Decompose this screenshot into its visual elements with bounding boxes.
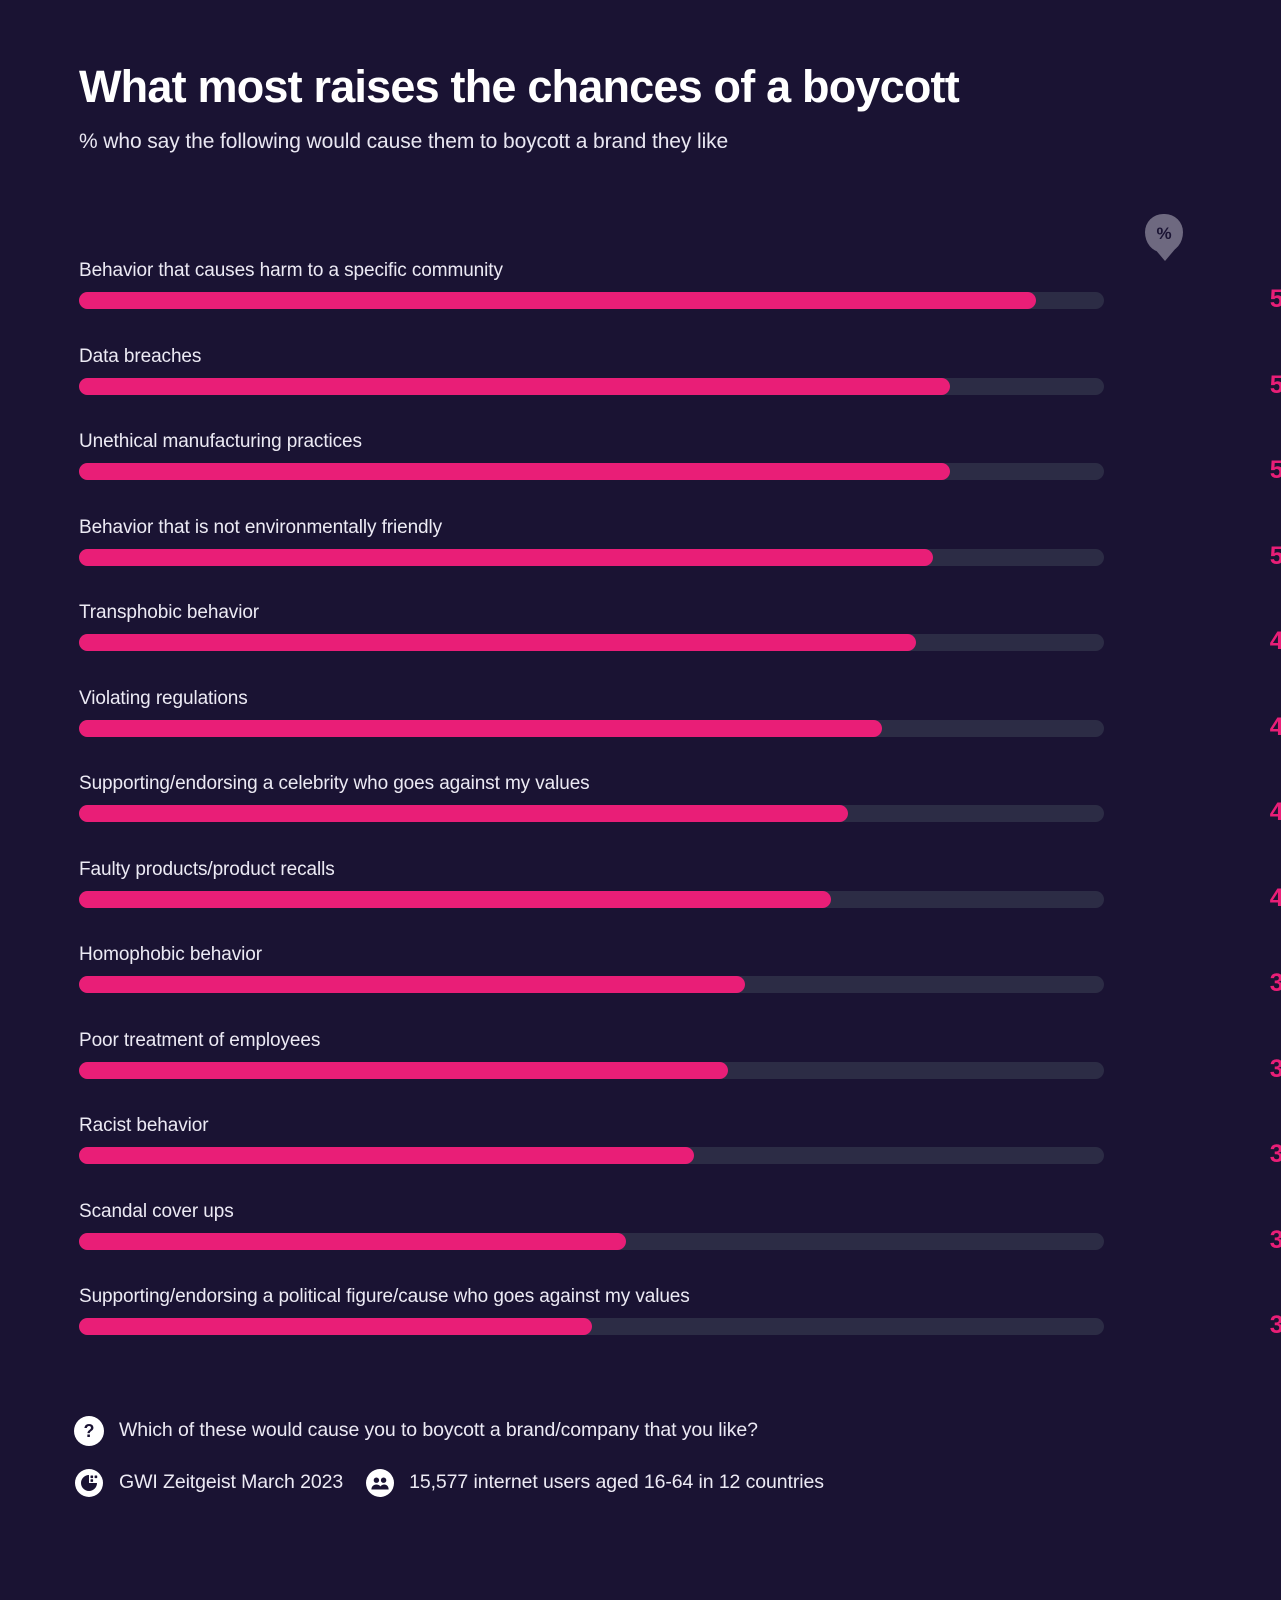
bar-value: 49 <box>1269 627 1281 655</box>
bar-track <box>79 1232 1104 1250</box>
bar-row-label: Transphobic behavior <box>79 602 260 623</box>
percent-icon: % <box>1145 214 1183 252</box>
bar-value: 38 <box>1269 1054 1281 1083</box>
bar-fill <box>79 634 917 651</box>
bar-fill <box>79 1232 626 1250</box>
bar-fill <box>79 976 746 993</box>
bar-track <box>79 719 1104 737</box>
bar-value: 51 <box>1269 370 1281 399</box>
bar-fill <box>79 548 934 566</box>
header: What most raises the chances of a boycot… <box>79 61 1189 154</box>
bar-row-label: Behavior that is not environmentally fri… <box>79 516 443 538</box>
bar-row: Supporting/endorsing a celebrity who goe… <box>79 769 1281 855</box>
footer: ? Which of these would cause you to boyc… <box>74 1410 1194 1504</box>
bar-track <box>79 548 1104 566</box>
bar-row: Violating regulations 47 <box>79 684 1281 770</box>
bar-row: Racist behavior 36 <box>79 1111 1281 1197</box>
footer-question-row: ? Which of these would cause you to boyc… <box>74 1410 1194 1452</box>
bar-track <box>79 805 1104 822</box>
bar-value: 44 <box>1269 883 1281 912</box>
bar-row-label: Violating regulations <box>79 687 248 709</box>
bar-row: Scandal cover ups 32 <box>79 1197 1281 1283</box>
footer-question-text: Which of these would cause you to boycot… <box>119 1419 758 1442</box>
bar-value: 50 <box>1269 541 1281 570</box>
bar-value: 36 <box>1269 1140 1281 1168</box>
bar-fill <box>79 377 951 395</box>
bar-row: Homophobic behavior 39 <box>79 940 1281 1026</box>
page-subtitle: % who say the following would cause them… <box>79 130 729 154</box>
bar-row-label: Poor treatment of employees <box>79 1029 321 1051</box>
bar-value: 30 <box>1269 1311 1281 1339</box>
bar-row-label: Racist behavior <box>79 1115 209 1136</box>
bar-value: 32 <box>1269 1225 1281 1254</box>
bar-row-label: Scandal cover ups <box>79 1200 234 1222</box>
bar-row-label: Homophobic behavior <box>79 944 262 965</box>
bar-row-label: Behavior that causes harm to a specific … <box>79 260 503 281</box>
bar-row: Transphobic behavior 49 <box>79 598 1281 684</box>
bar-value: 39 <box>1269 969 1281 997</box>
people-icon <box>366 1469 395 1497</box>
page-title: What most raises the chances of a boycot… <box>79 61 960 112</box>
bar-row: Behavior that is not environmentally fri… <box>79 513 1281 599</box>
bar-row: Data breaches 51 <box>79 342 1281 428</box>
bar-row-label: Supporting/endorsing a political figure/… <box>79 1286 690 1307</box>
gwi-logo-icon <box>75 1469 103 1497</box>
bar-row-label: Supporting/endorsing a celebrity who goe… <box>79 773 590 794</box>
bar-row: Poor treatment of employees 38 <box>79 1026 1281 1112</box>
bar-fill <box>79 1147 694 1164</box>
bar-fill <box>79 890 831 908</box>
bar-track <box>79 976 1104 993</box>
bar-track <box>79 463 1104 480</box>
bar-row: Behavior that causes harm to a specific … <box>79 256 1281 342</box>
bar-fill <box>79 1061 729 1079</box>
percent-glyph: % <box>1156 223 1172 243</box>
question-mark-icon: ? <box>74 1416 104 1446</box>
footer-source-row: GWI Zeitgeist March 2023 15,577 internet… <box>74 1462 1194 1504</box>
bar-value: 56 <box>1269 285 1281 313</box>
bar-fill <box>79 463 951 480</box>
bar-value: 47 <box>1269 712 1281 741</box>
question-mark-glyph: ? <box>83 1421 95 1441</box>
bar-track <box>79 377 1104 395</box>
footer-sample-text: 15,577 internet users aged 16-64 in 12 c… <box>409 1471 824 1494</box>
bar-chart: Behavior that causes harm to a specific … <box>79 256 1281 1368</box>
bar-track <box>79 634 1104 651</box>
bar-value: 45 <box>1269 798 1281 826</box>
bar-track <box>79 1061 1104 1079</box>
bar-fill <box>79 805 848 822</box>
bar-track <box>79 1318 1104 1335</box>
bar-row-label: Faulty products/product recalls <box>79 858 335 880</box>
infographic-page: What most raises the chances of a boycot… <box>0 0 1281 1600</box>
bar-track <box>79 292 1104 309</box>
bar-fill <box>79 719 882 737</box>
bar-row-label: Data breaches <box>79 345 202 367</box>
bar-row: Unethical manufacturing practices 51 <box>79 427 1281 513</box>
bar-track <box>79 890 1104 908</box>
bar-fill <box>79 292 1036 309</box>
bar-value: 51 <box>1269 456 1281 484</box>
bar-row: Faulty products/product recalls 44 <box>79 855 1281 941</box>
bar-row: Supporting/endorsing a political figure/… <box>79 1282 1281 1368</box>
footer-source-text: GWI Zeitgeist March 2023 <box>119 1471 344 1494</box>
bar-track <box>79 1147 1104 1164</box>
bar-row-label: Unethical manufacturing practices <box>79 431 362 452</box>
bar-fill <box>79 1318 592 1335</box>
